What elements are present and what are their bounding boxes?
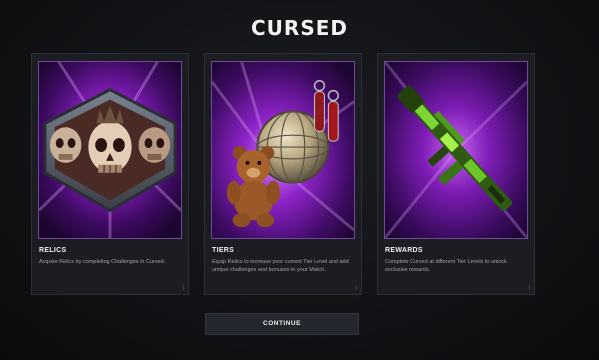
card-description: Equip Relics to increase your current Ti… bbox=[212, 259, 349, 273]
card-heading: RELICS bbox=[39, 247, 67, 254]
card-corner-mark bbox=[353, 285, 357, 290]
card-heading: TIERS bbox=[212, 247, 235, 254]
card-heading: REWARDS bbox=[385, 247, 423, 254]
continue-button[interactable]: CONTINUE bbox=[205, 313, 359, 335]
tiers-image bbox=[211, 61, 355, 239]
card-description: Complete Cursed at different Tier Levels… bbox=[385, 259, 507, 273]
page-title: CURSED bbox=[251, 16, 348, 40]
card-corner-mark bbox=[180, 285, 184, 290]
card-corner-mark bbox=[526, 285, 530, 290]
rewards-image bbox=[384, 61, 528, 239]
card-description: Acquire Relics by completing Challenges … bbox=[39, 259, 166, 265]
relics-image bbox=[38, 61, 182, 239]
card-rewards[interactable]: REWARDS Complete Cursed at different Tie… bbox=[377, 53, 535, 295]
card-tiers[interactable]: TIERS Equip Relics to increase your curr… bbox=[204, 53, 362, 295]
card-relics[interactable]: RELICS Acquire Relics by completing Chal… bbox=[31, 53, 189, 295]
